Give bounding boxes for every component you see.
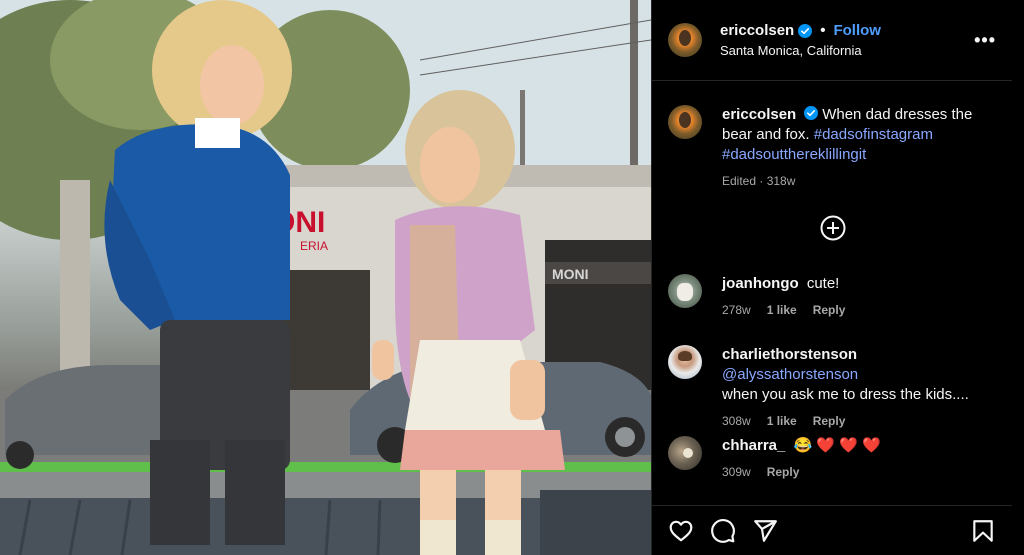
comment-item: joanhongo cute! 278w 1 like Reply xyxy=(668,274,1000,317)
commenter-username[interactable]: charliethorstenson xyxy=(722,346,857,363)
caption-meta: Edited · 318w xyxy=(722,174,796,188)
comment-age: 278w xyxy=(722,303,751,317)
separator-dot: • xyxy=(820,22,826,39)
post-actions-bar xyxy=(652,505,1012,555)
bookmark-icon[interactable] xyxy=(970,518,996,544)
reply-button[interactable]: Reply xyxy=(813,414,846,428)
commenter-avatar[interactable] xyxy=(668,345,702,379)
reply-button[interactable]: Reply xyxy=(813,303,846,317)
comments-section: ericcolsen When dad dresses the bear and … xyxy=(652,81,1012,501)
comment-text: when you ask me to dress the kids.... xyxy=(722,386,969,403)
verified-icon xyxy=(798,23,813,38)
commenter-avatar[interactable] xyxy=(668,436,702,470)
caption: ericcolsen When dad dresses the bear and … xyxy=(668,105,1000,188)
comment-item: chharra_ 😂 ❤️ ❤️ ❤️ 309w Reply xyxy=(668,436,1000,479)
post-location[interactable]: Santa Monica, California xyxy=(720,43,881,58)
add-comment-icon[interactable] xyxy=(820,215,846,241)
comment-text: cute! xyxy=(806,275,840,292)
comment-age: 309w xyxy=(722,465,751,479)
post-photo[interactable]: ONI ERIA MONI xyxy=(0,0,651,555)
hashtag-link[interactable]: #dadsoutthereklillingit xyxy=(722,146,866,163)
mention-link[interactable]: @alyssathorstenson xyxy=(722,366,858,383)
comment-likes[interactable]: 1 like xyxy=(767,414,797,428)
follow-button[interactable]: Follow xyxy=(833,22,881,39)
storefront-subsign: ERIA xyxy=(300,239,328,253)
commenter-avatar[interactable] xyxy=(668,274,702,308)
comment-likes[interactable]: 1 like xyxy=(767,303,797,317)
post-side-panel: ericcolsen • Follow Santa Monica, Califo… xyxy=(651,0,1012,555)
heart-icon[interactable] xyxy=(668,518,694,544)
photo-scene: ONI ERIA MONI xyxy=(0,0,651,555)
caption-username[interactable]: ericcolsen xyxy=(722,106,796,123)
verified-icon xyxy=(804,106,819,120)
share-icon[interactable] xyxy=(752,518,778,544)
commenter-username[interactable]: chharra_ xyxy=(722,437,785,454)
comment-item: charliethorstenson @alyssathorstenson whe… xyxy=(668,345,1000,428)
caption-avatar[interactable] xyxy=(668,105,702,139)
comment-age: 308w xyxy=(722,414,751,428)
right-storefront-sign: MONI xyxy=(552,266,589,282)
more-icon[interactable]: ••• xyxy=(974,30,996,51)
author-avatar[interactable] xyxy=(668,23,702,57)
window-edge xyxy=(1012,0,1024,555)
commenter-username[interactable]: joanhongo xyxy=(722,275,799,292)
post-header: ericcolsen • Follow Santa Monica, Califo… xyxy=(652,0,1012,81)
hashtag-link[interactable]: #dadsofinstagram xyxy=(814,126,933,143)
comment-icon[interactable] xyxy=(710,518,736,544)
author-username[interactable]: ericcolsen xyxy=(720,22,794,39)
comment-text: 😂 ❤️ ❤️ ❤️ xyxy=(793,437,881,454)
reply-button[interactable]: Reply xyxy=(767,465,800,479)
